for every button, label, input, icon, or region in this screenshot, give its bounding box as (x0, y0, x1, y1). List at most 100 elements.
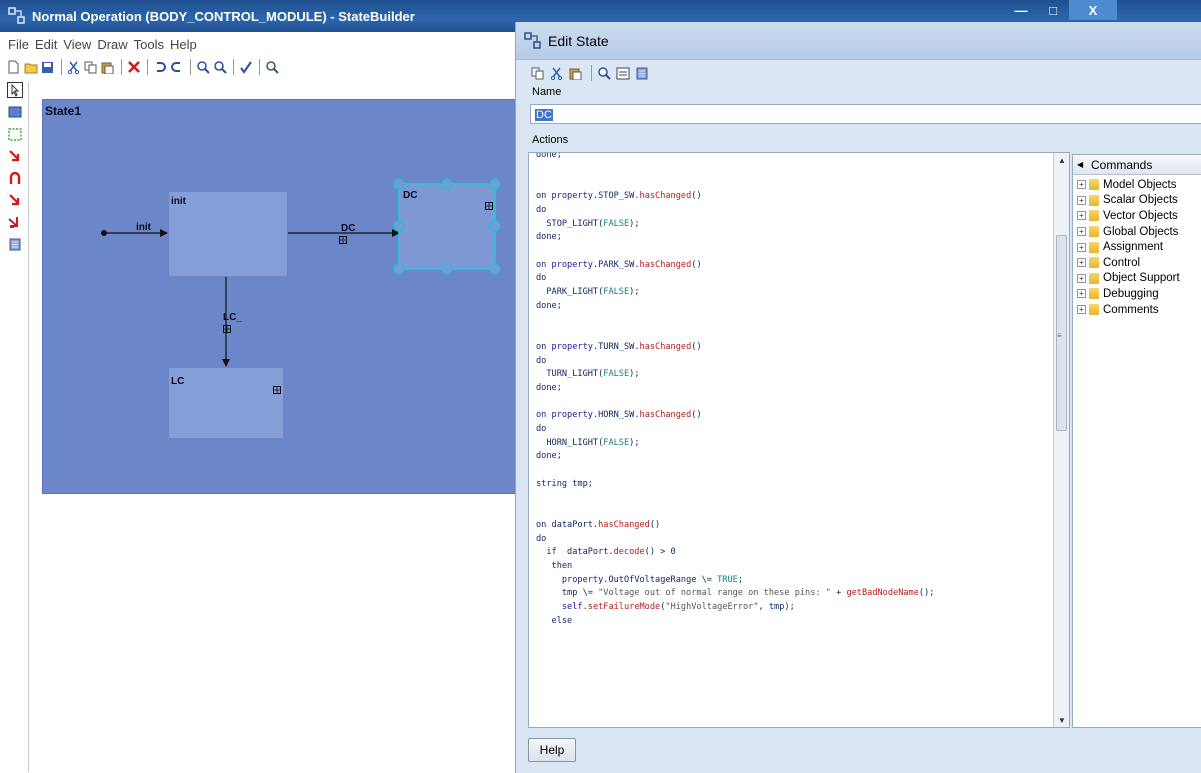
dialog-titlebar: Edit State (516, 22, 1201, 60)
junction-transition-icon[interactable] (7, 192, 23, 208)
minimize-button[interactable]: — (1005, 0, 1037, 20)
menu-tools[interactable]: Tools (134, 37, 164, 52)
editor-scrollbar[interactable]: ▲ ≡ ▼ (1053, 153, 1069, 727)
tool-palette (6, 82, 24, 258)
code-line: tmp \= "Voltage out of normal range on t… (536, 588, 935, 599)
toolbar-separator (121, 59, 122, 75)
tree-item-label: Debugging (1103, 287, 1159, 300)
undo-icon[interactable] (152, 60, 167, 75)
menu-edit[interactable]: Edit (35, 37, 57, 52)
code-line: done; (536, 451, 562, 462)
branch-transition-icon[interactable] (7, 214, 23, 230)
code-line: PARK_LIGHT(FALSE); (536, 287, 640, 297)
menu-help[interactable]: Help (170, 37, 197, 52)
maximize-button[interactable]: □ (1037, 0, 1069, 20)
state-icon[interactable] (7, 104, 23, 120)
close-button[interactable]: X (1069, 0, 1117, 20)
window-controls: — □ X (1005, 0, 1117, 20)
tree-item-comments[interactable]: + Comments (1073, 302, 1201, 318)
tree-item-label: Model Objects (1103, 178, 1177, 191)
code-line: else (536, 615, 573, 626)
folder-icon (1089, 257, 1099, 269)
state1-container[interactable]: State1 init LC init DC LC_ DC (42, 99, 518, 494)
commands-header[interactable]: ◀ Commands (1073, 155, 1201, 175)
tree-item-model-objects[interactable]: + Model Objects (1073, 177, 1201, 193)
note-icon[interactable] (7, 236, 23, 252)
open-icon[interactable] (23, 60, 38, 75)
tree-item-label: Object Support (1103, 272, 1180, 285)
name-field[interactable]: DC (530, 104, 1201, 124)
cut-icon[interactable] (66, 60, 81, 75)
redo-icon[interactable] (169, 60, 184, 75)
edit-state-dialog: Edit State Name DC Actions done; on prope… (515, 22, 1201, 773)
expand-icon[interactable]: + (1077, 211, 1086, 221)
code-line: self.setFailureMode("HighVoltageError", … (561, 602, 795, 613)
dc-transition-label: DC (341, 223, 356, 234)
menu-view[interactable]: View (63, 37, 91, 52)
zoom-out-icon[interactable] (212, 60, 227, 75)
code-line: TURN_LIGHT(FALSE); (536, 369, 640, 380)
code-line: on property.TURN_SW.hasChanged() (536, 341, 702, 352)
tree-item-object-support[interactable]: + Object Support (1073, 271, 1201, 287)
copy-icon[interactable] (530, 66, 545, 81)
expand-icon[interactable]: + (1077, 242, 1086, 252)
scroll-up-icon[interactable]: ▲ (1054, 153, 1069, 167)
expand-icon[interactable]: + (1077, 273, 1086, 283)
insert-icon[interactable] (615, 66, 630, 81)
code-line: then (536, 561, 573, 571)
palette-divider (28, 82, 29, 772)
code-line: on property.HORN_SW.hasChanged() (536, 410, 702, 421)
expand-icon[interactable]: + (1077, 180, 1086, 190)
toolbar-separator (259, 59, 260, 75)
delete-icon[interactable] (126, 60, 141, 75)
init-transition-label: init (136, 222, 151, 233)
tree-item-vector-objects[interactable]: + Vector Objects (1073, 208, 1201, 224)
find-replace-icon[interactable] (596, 66, 611, 81)
expand-icon[interactable]: + (1077, 227, 1086, 237)
tree-item-scalar-objects[interactable]: + Scalar Objects (1073, 193, 1201, 209)
copy-icon[interactable] (83, 60, 98, 75)
expand-icon[interactable]: + (1077, 289, 1086, 299)
header-arrow-icon: ◀ (1077, 160, 1084, 169)
actions-editor[interactable]: done; on property.STOP_SW.hasChanged() do … (528, 152, 1070, 728)
code-line: STOP_LIGHT(FALSE); (536, 218, 640, 229)
expand-icon[interactable]: + (1077, 195, 1086, 205)
folder-icon (1089, 179, 1099, 191)
paste-icon[interactable] (568, 66, 583, 81)
new-icon[interactable] (6, 60, 21, 75)
find-icon[interactable] (264, 60, 279, 75)
save-icon[interactable] (40, 60, 55, 75)
paste-icon[interactable] (100, 60, 115, 75)
folder-icon (1089, 304, 1099, 316)
code-line: done; (536, 232, 562, 243)
transition-icon[interactable] (7, 148, 23, 164)
tree-item-assignment[interactable]: + Assignment (1073, 239, 1201, 255)
tree-item-global-objects[interactable]: + Global Objects (1073, 224, 1201, 240)
pointer-icon[interactable] (7, 82, 23, 98)
menu-file[interactable]: File (8, 37, 29, 52)
actions-label: Actions (532, 134, 569, 146)
cut-icon[interactable] (549, 66, 564, 81)
code-line: done; (536, 152, 562, 160)
dialog-toolbar (530, 62, 653, 84)
validate-icon[interactable] (238, 60, 253, 75)
scroll-down-icon[interactable]: ▼ (1054, 713, 1069, 727)
note-icon[interactable] (634, 66, 649, 81)
code-line: on property.STOP_SW.hasChanged() (536, 191, 702, 202)
commands-tree: + Model Objects + Scalar Objects + Vector Obj… (1073, 175, 1201, 317)
state-dc-label: DC (403, 190, 418, 201)
lc-transition-label: LC_ (223, 312, 242, 323)
name-label: Name (532, 86, 562, 98)
expand-icon[interactable]: + (1077, 305, 1086, 315)
tree-item-control[interactable]: + Control (1073, 255, 1201, 271)
folder-icon (1089, 226, 1099, 238)
selection-state-icon[interactable] (7, 126, 23, 142)
code-line: do (536, 533, 547, 544)
expand-icon[interactable]: + (1077, 258, 1086, 268)
zoom-in-icon[interactable] (195, 60, 210, 75)
self-transition-icon[interactable] (7, 170, 23, 186)
tree-item-label: Comments (1103, 303, 1159, 316)
help-button[interactable]: Help (528, 738, 576, 762)
menu-draw[interactable]: Draw (97, 37, 127, 52)
tree-item-debugging[interactable]: + Debugging (1073, 286, 1201, 302)
